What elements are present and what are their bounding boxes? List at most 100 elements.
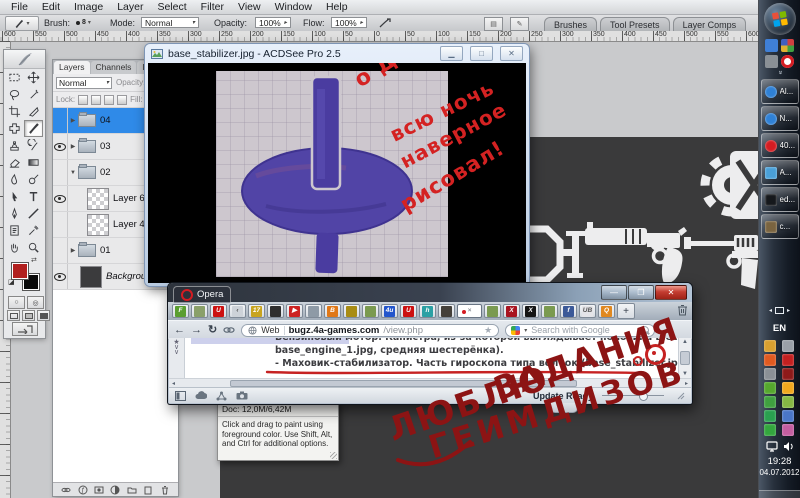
browser-tab[interactable]: ▶ [286,304,303,318]
back-button[interactable]: ← [174,325,185,336]
scroll-left-icon[interactable]: ◂ [172,380,175,387]
opera-titlebar[interactable]: Opera — ❐ ✕ [168,283,692,302]
adjustment-layer-icon[interactable] [110,485,120,495]
expander-icon[interactable]: ▶ [68,247,78,254]
tool-button[interactable] [5,137,24,154]
expander-icon[interactable]: ▶ [68,117,78,124]
menu-item[interactable]: View [231,1,268,13]
browser-tab[interactable]: 4u [381,304,398,318]
browser-tab[interactable]: U [210,304,227,318]
lock-paint-icon[interactable] [91,95,101,105]
opera-link-cloud-icon[interactable] [195,391,207,400]
expander-icon[interactable]: ▶ [68,143,78,150]
palette-well-tab[interactable]: Tool Presets [600,17,670,31]
tray-icon[interactable] [782,368,794,380]
tool-button[interactable] [5,188,24,205]
tray-icon[interactable] [764,396,776,408]
tray-icon[interactable] [764,382,776,394]
standard-mode-button[interactable]: ○ [8,296,25,309]
tool-button[interactable] [24,171,43,188]
tray-icon[interactable] [764,340,776,352]
opera-menu-button[interactable]: Opera [173,286,231,303]
menu-item[interactable]: Select [150,1,193,13]
tool-button[interactable] [5,222,24,239]
browser-tab[interactable] [343,304,360,318]
blend-mode-select[interactable]: Normal▾ [56,77,112,89]
tool-button[interactable] [5,120,24,137]
taskbar-app-button[interactable]: Al... [761,79,799,104]
date[interactable]: 04.07.2012 [759,468,799,477]
show-desktop-strip[interactable] [759,490,800,498]
chevron-icon[interactable]: ∨ [174,350,179,355]
clock[interactable]: 19:28 [768,456,792,467]
flow-field[interactable]: 100%▸ [331,17,367,28]
menu-item[interactable]: Edit [35,1,67,13]
tool-button[interactable] [24,103,43,120]
taskbar-app-button[interactable]: N... [761,106,799,131]
tray-icon[interactable] [782,396,794,408]
taskbar-app-button[interactable]: c... [761,214,799,239]
panels-strip[interactable]: ★ ∨ ∨ [169,338,185,378]
taskbar-app-button[interactable]: ed... [761,187,799,212]
browser-tab[interactable]: X [503,304,520,318]
browser-tab[interactable] [438,304,455,318]
menu-item[interactable]: Layer [110,1,150,13]
browser-tab[interactable] [484,304,501,318]
menu-item[interactable]: File [4,1,35,13]
tool-button[interactable] [5,103,24,120]
lock-all-icon[interactable] [117,95,127,105]
tool-button[interactable] [5,171,24,188]
menu-item[interactable]: Help [319,1,355,13]
browser-tab[interactable]: × [457,304,482,318]
expander-icon[interactable]: ▼ [68,170,78,176]
tool-button[interactable] [5,154,24,171]
browser-tab[interactable] [541,304,558,318]
delete-layer-icon[interactable] [160,485,170,495]
browser-tab[interactable]: B [324,304,341,318]
tray-icon[interactable] [764,368,776,380]
browser-tab[interactable]: ‹ [229,304,246,318]
browser-tab[interactable]: f [560,304,577,318]
tool-button[interactable] [24,188,43,205]
visibility-toggle[interactable] [53,108,68,133]
visibility-toggle[interactable] [53,238,68,263]
browser-tab[interactable] [267,304,284,318]
lock-position-icon[interactable] [104,95,114,105]
tool-button[interactable] [24,239,43,256]
fullscreen-menubar-button[interactable] [22,310,35,321]
tool-button[interactable] [5,239,24,256]
visibility-toggle[interactable] [53,160,68,185]
mode-select[interactable]: Normal▾ [141,17,199,28]
close-button[interactable]: ✕ [655,285,687,300]
tab-layers[interactable]: Layers [54,61,90,74]
layer-mask-icon[interactable] [94,485,104,495]
close-button[interactable]: ✕ [500,46,523,61]
tool-button[interactable] [24,86,43,103]
forward-button[interactable]: → [191,325,202,336]
tool-button[interactable] [24,154,43,171]
tray-icon[interactable] [764,424,776,436]
layer-style-icon[interactable]: ƒ [78,485,88,495]
tool-button[interactable] [5,205,24,222]
browser-tab[interactable]: 17 [248,304,265,318]
tray-icon[interactable] [782,340,794,352]
browser-tab[interactable] [362,304,379,318]
tray-icon[interactable] [764,410,776,422]
resize-grip[interactable] [677,392,685,400]
browser-tab[interactable]: Q [598,304,615,318]
start-button[interactable] [764,3,796,35]
acdsee-viewer[interactable]: о Да ! всю ночь наверное рисовал! [148,63,526,283]
new-tab-button[interactable]: + [617,303,635,319]
visibility-toggle[interactable] [53,264,68,289]
brushes-panel-button[interactable]: ✎ [510,17,529,31]
reload-button[interactable]: ↻ [208,325,217,336]
new-layer-icon[interactable] [143,485,153,495]
browser-tab[interactable]: UB [579,304,596,318]
tray-icon[interactable] [782,410,794,422]
tool-button[interactable] [24,69,43,86]
bookmark-star-icon[interactable]: ★ [484,325,492,336]
camera-icon[interactable] [236,391,248,400]
tray-icon[interactable] [782,424,794,436]
tool-preset-button[interactable]: ▾ [5,16,39,31]
foreground-color-swatch[interactable] [11,262,29,280]
